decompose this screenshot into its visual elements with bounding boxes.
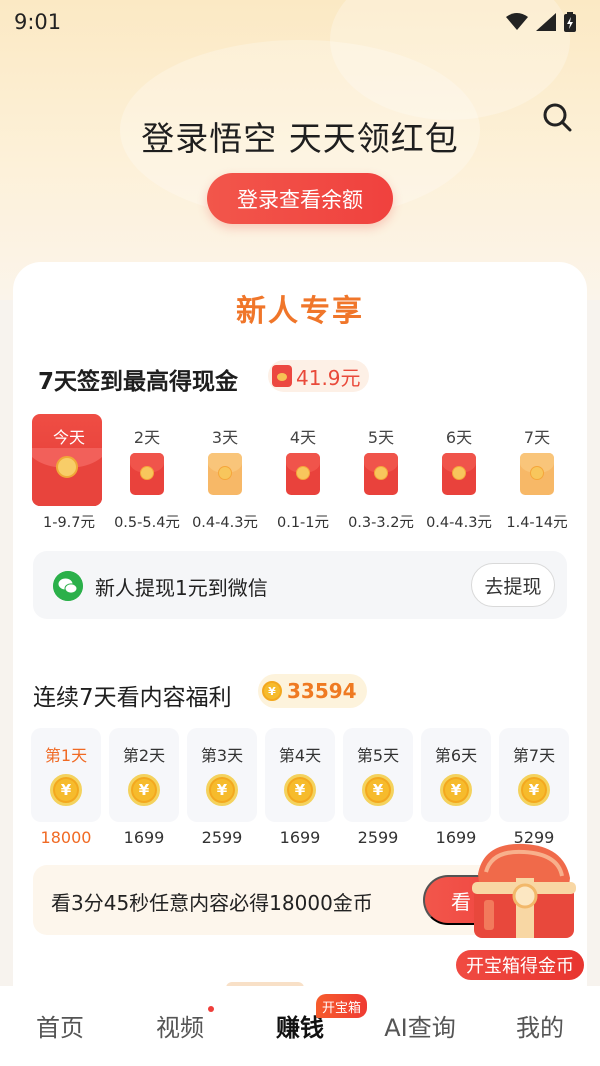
login-button[interactable]: 登录查看余额 bbox=[207, 173, 393, 224]
max-cash-amount: 41.9元 bbox=[296, 365, 361, 390]
withdraw-row: 新人提现1元到微信 去提现 bbox=[33, 551, 567, 619]
red-packet-icon bbox=[286, 453, 320, 495]
watch-day[interactable]: 第3天 ¥ 2599 bbox=[187, 728, 257, 850]
checkin-day-label: 3天 bbox=[211, 428, 239, 447]
status-bar: 9:01 bbox=[0, 0, 600, 44]
checkin-day-label: 2天 bbox=[133, 428, 161, 447]
watch-day[interactable]: 第7天 ¥ 5299 bbox=[499, 728, 569, 850]
coin-icon: ¥ bbox=[284, 774, 316, 806]
watch-day-amount: 2599 bbox=[357, 828, 399, 847]
treasure-chest-icon[interactable] bbox=[464, 834, 582, 946]
checkin-day[interactable]: 2天 0.5-5.4元 bbox=[109, 412, 185, 532]
tab-mine[interactable]: 我的 bbox=[480, 986, 600, 1066]
watch-day-amount: 2599 bbox=[201, 828, 243, 847]
coins-total-amount: 33594 bbox=[287, 679, 357, 703]
watch-day[interactable]: 第1天 ¥ 18000 bbox=[31, 728, 101, 850]
watch-day-label: 第3天 bbox=[200, 746, 244, 765]
coins-total-badge: ¥ 33594 bbox=[258, 674, 367, 708]
coin-icon: ¥ bbox=[518, 774, 550, 806]
checkin-title: 7天签到最高得现金 bbox=[38, 369, 239, 395]
checkin-day[interactable]: 6天 0.4-4.3元 bbox=[421, 412, 497, 532]
status-time: 9:01 bbox=[14, 10, 62, 34]
wechat-icon bbox=[53, 571, 83, 601]
checkin-days: 今天 1-9.7元 2天 0.5-5.4元 3天 0.4-4.3元 4天 0.1… bbox=[31, 412, 571, 532]
wifi-icon bbox=[506, 13, 528, 30]
tab-ai-query[interactable]: AI查询 bbox=[360, 986, 480, 1066]
checkin-day-label: 5天 bbox=[367, 428, 395, 447]
red-packet-icon bbox=[32, 448, 102, 506]
watch-day[interactable]: 第2天 ¥ 1699 bbox=[109, 728, 179, 850]
watch-day-label: 第2天 bbox=[122, 746, 166, 765]
watch-day[interactable]: 第6天 ¥ 1699 bbox=[421, 728, 491, 850]
battery-icon bbox=[564, 12, 576, 32]
watch-day-label: 第7天 bbox=[512, 746, 556, 765]
red-packet-icon bbox=[442, 453, 476, 495]
checkin-day[interactable]: 今天 1-9.7元 bbox=[31, 412, 107, 532]
coin-icon: ¥ bbox=[206, 774, 238, 806]
watch-day-label: 第6天 bbox=[434, 746, 478, 765]
checkin-day[interactable]: 3天 0.4-4.3元 bbox=[187, 412, 263, 532]
coin-icon: ¥ bbox=[362, 774, 394, 806]
bottom-tab-bar: 首页 视频 赚钱 AI查询 我的 bbox=[0, 986, 600, 1066]
coin-icon: ¥ bbox=[262, 681, 282, 701]
chest-label[interactable]: 开宝箱得金币 bbox=[454, 948, 586, 982]
watch-day-label: 第5天 bbox=[356, 746, 400, 765]
earn-tab-badge: 开宝箱 bbox=[316, 994, 368, 1018]
checkin-day-label: 7天 bbox=[523, 428, 551, 447]
checkin-day-label: 6天 bbox=[445, 428, 473, 447]
max-cash-badge: 41.9元 bbox=[268, 360, 369, 392]
red-packet-icon bbox=[364, 453, 398, 495]
red-packet-icon bbox=[272, 365, 292, 387]
watch-bonus-title: 连续7天看内容福利 bbox=[33, 685, 232, 711]
card-title: 新人专享 bbox=[236, 294, 364, 329]
status-icons bbox=[506, 12, 576, 32]
tab-home[interactable]: 首页 bbox=[0, 986, 120, 1066]
checkin-day-range: 1.4-14元 bbox=[506, 515, 568, 531]
checkin-day[interactable]: 4天 0.1-1元 bbox=[265, 412, 341, 532]
watch-day-amount: 18000 bbox=[40, 828, 92, 847]
checkin-day-label: 今天 bbox=[52, 428, 85, 447]
watch-day-label: 第4天 bbox=[278, 746, 322, 765]
coin-icon: ¥ bbox=[50, 774, 82, 806]
coin-icon: ¥ bbox=[440, 774, 472, 806]
tab-video[interactable]: 视频 bbox=[120, 986, 240, 1066]
checkin-day[interactable]: 5天 0.3-3.2元 bbox=[343, 412, 419, 532]
notification-dot bbox=[208, 1006, 214, 1012]
checkin-day[interactable]: 7天 1.4-14元 bbox=[499, 412, 575, 532]
gold-packet-icon bbox=[208, 453, 242, 495]
watch-day-amount: 1699 bbox=[279, 828, 321, 847]
withdraw-text: 新人提现1元到微信 bbox=[95, 576, 268, 600]
watch-day-label: 第1天 bbox=[44, 746, 88, 765]
withdraw-button[interactable]: 去提现 bbox=[471, 563, 555, 607]
coin-icon: ¥ bbox=[128, 774, 160, 806]
gold-packet-icon bbox=[520, 453, 554, 495]
watch-day[interactable]: 第5天 ¥ 2599 bbox=[343, 728, 413, 850]
watch-day[interactable]: 第4天 ¥ 1699 bbox=[265, 728, 335, 850]
red-packet-icon bbox=[130, 453, 164, 495]
hero-title: 登录悟空 天天领红包 bbox=[141, 119, 459, 158]
checkin-day-label: 4天 bbox=[289, 428, 317, 447]
watch-days: 第1天 ¥ 18000 第2天 ¥ 1699 第3天 ¥ 2599 第4天 ¥ … bbox=[31, 728, 571, 850]
watch-task-text: 看3分45秒任意内容必得18000金币 bbox=[51, 891, 373, 915]
watch-day-amount: 1699 bbox=[123, 828, 165, 847]
signal-icon bbox=[536, 13, 556, 31]
